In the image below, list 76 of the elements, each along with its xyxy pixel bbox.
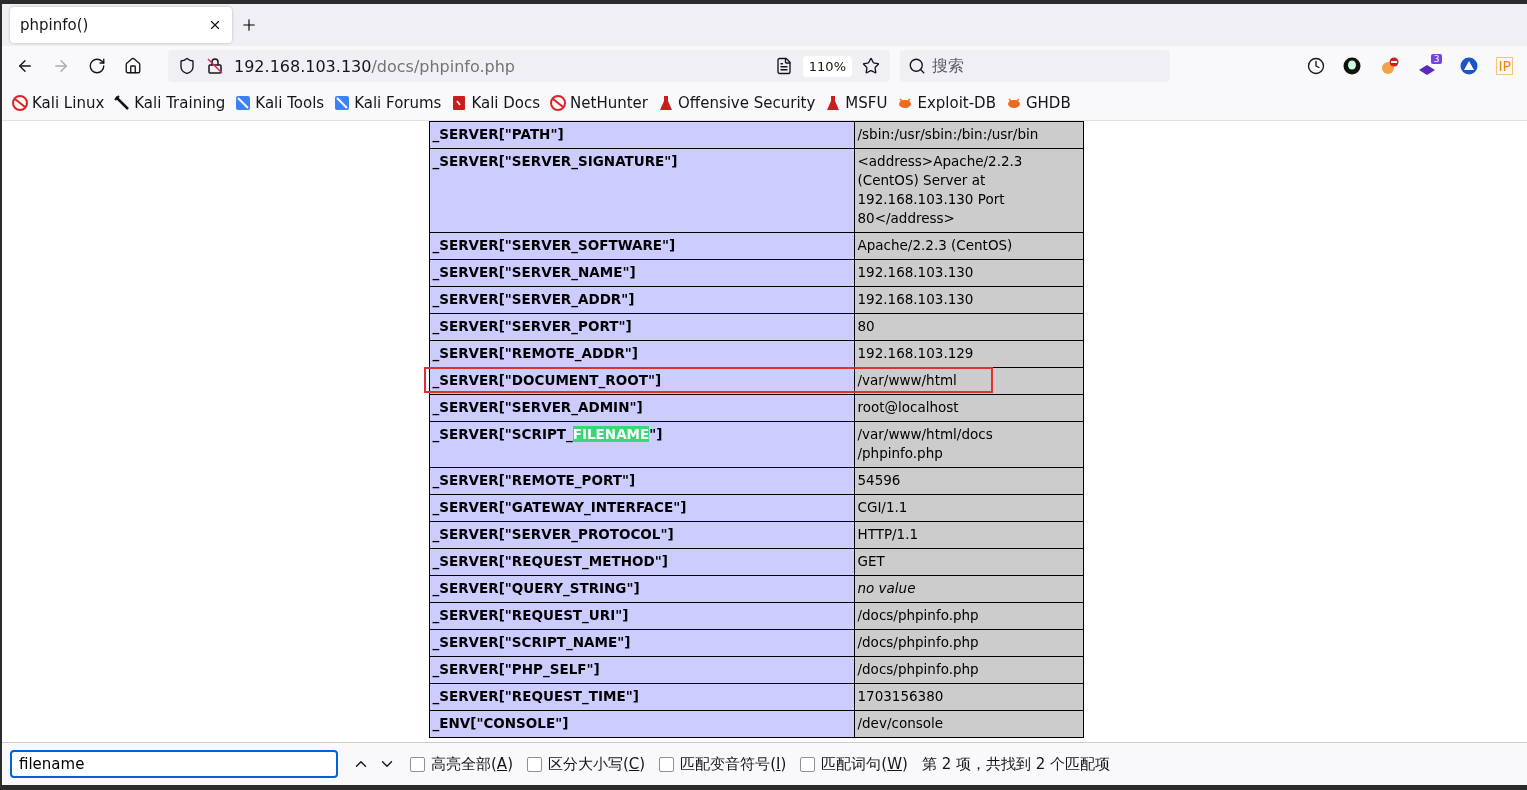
- value-cell: root@localhost: [854, 394, 1083, 422]
- value-cell: /sbin:/usr/sbin:/bin:/usr/bin: [854, 121, 1083, 149]
- key-cell: _SERVER["REQUEST_METHOD"]: [429, 548, 854, 576]
- find-option[interactable]: 匹配变音符号(I): [659, 754, 787, 774]
- bookmark[interactable]: Kali Training: [114, 94, 226, 112]
- key-cell: _SERVER["SERVER_ADDR"]: [429, 286, 854, 314]
- key-cell: _SERVER["REMOTE_ADDR"]: [429, 340, 854, 368]
- bookmark[interactable]: Exploit-DB: [897, 94, 996, 112]
- key-cell: _SERVER["SCRIPT_NAME"]: [429, 629, 854, 657]
- key-cell: _SERVER["GATEWAY_INTERFACE"]: [429, 494, 854, 522]
- bookmark[interactable]: NetHunter: [550, 94, 648, 112]
- clock-icon[interactable]: [1307, 57, 1326, 75]
- find-option[interactable]: 高亮全部(A): [410, 754, 513, 774]
- key-cell: _SERVER["SERVER_PORT"]: [429, 313, 854, 341]
- home-icon[interactable]: [124, 57, 142, 75]
- find-option[interactable]: 匹配词句(W): [800, 754, 908, 774]
- find-field[interactable]: filename: [10, 750, 338, 778]
- value-cell: 192.168.103.129: [854, 340, 1083, 368]
- key-cell: _SERVER["REQUEST_URI"]: [429, 602, 854, 630]
- value-cell: HTTP/1.1: [854, 521, 1083, 549]
- bookmark[interactable]: MSFU: [825, 94, 888, 112]
- value-cell: 1703156380: [854, 683, 1083, 711]
- search-field[interactable]: 搜索: [900, 50, 1170, 82]
- bug-icon: [897, 95, 914, 111]
- count-badge: 3: [1430, 53, 1443, 64]
- reader-icon[interactable]: [774, 57, 793, 75]
- reload-icon[interactable]: [88, 57, 106, 75]
- key-cell: _SERVER["SERVER_PROTOCOL"]: [429, 521, 854, 549]
- value-cell: 54596: [854, 467, 1083, 495]
- value-cell: /dev/console: [854, 710, 1083, 738]
- value-cell: /docs/phpinfo.php: [854, 656, 1083, 684]
- shield-icon[interactable]: [178, 57, 196, 75]
- bookmark[interactable]: Kali Forums: [334, 94, 442, 112]
- value-cell: Apache/2.2.3 (CentOS): [854, 232, 1083, 260]
- key-cell: _SERVER["PHP_SELF"]: [429, 656, 854, 684]
- find-option[interactable]: 区分大小写(C): [527, 754, 646, 774]
- value-cell: /docs/phpinfo.php: [854, 629, 1083, 657]
- key-cell: _SERVER["SCRIPT_FILENAME"]: [429, 421, 854, 468]
- key-cell: _SERVER["SERVER_ADMIN"]: [429, 394, 854, 422]
- value-cell: GET: [854, 548, 1083, 576]
- key-cell: _SERVER["SERVER_NAME"]: [429, 259, 854, 287]
- new-tab-icon[interactable]: [240, 16, 258, 34]
- flask-icon: [825, 95, 842, 111]
- address-bar[interactable]: 192.168.103.130/docs/phpinfo.php 110%: [168, 50, 890, 82]
- key-cell: _ENV["CONSOLE"]: [429, 710, 854, 738]
- key-cell: _SERVER["SERVER_SIGNATURE"]: [429, 148, 854, 233]
- value-cell: /docs/phpinfo.php: [854, 602, 1083, 630]
- bookmark[interactable]: GHDB: [1005, 94, 1071, 112]
- star-icon[interactable]: [862, 57, 880, 75]
- bookmark[interactable]: Kali Tools: [235, 94, 325, 112]
- bookmark[interactable]: Kali Docs: [451, 94, 541, 112]
- search-icon: [908, 57, 926, 75]
- key-cell: _SERVER["REMOTE_PORT"]: [429, 467, 854, 495]
- match-status: 第 2 项，共找到 2 个匹配项: [921, 754, 1111, 774]
- key-cell: _SERVER["REQUEST_TIME"]: [429, 683, 854, 711]
- key-cell: _SERVER["PATH"]: [429, 121, 854, 149]
- value-cell: no value: [854, 575, 1083, 603]
- value-cell: <address>Apache/2.2.3 (CentOS) Server at 192.168.103.130 Port 80</address>: [854, 148, 1083, 233]
- insecure-lock-icon[interactable]: [206, 57, 224, 75]
- back-icon[interactable]: [16, 57, 34, 75]
- bug-icon: [1005, 95, 1022, 111]
- key-cell: _SERVER["QUERY_STRING"]: [429, 575, 854, 603]
- value-cell: 192.168.103.130: [854, 259, 1083, 287]
- value-cell: CGI/1.1: [854, 494, 1083, 522]
- value-cell: /var/www/html/docs /phpinfo.php: [854, 421, 1083, 468]
- flask-icon: [658, 95, 674, 111]
- book-icon: [451, 95, 468, 111]
- value-cell: 80: [854, 313, 1083, 341]
- key-cell: _SERVER["SERVER_SOFTWARE"]: [429, 232, 854, 260]
- bookmark[interactable]: Offensive Security: [658, 94, 816, 112]
- bookmark[interactable]: Kali Linux: [12, 94, 105, 112]
- value-cell: 192.168.103.130: [854, 286, 1083, 314]
- zoom-level[interactable]: 110%: [802, 55, 852, 77]
- close-icon[interactable]: [208, 18, 222, 32]
- tool-icon: [114, 95, 131, 111]
- browser-tab[interactable]: phpinfo(): [10, 7, 232, 43]
